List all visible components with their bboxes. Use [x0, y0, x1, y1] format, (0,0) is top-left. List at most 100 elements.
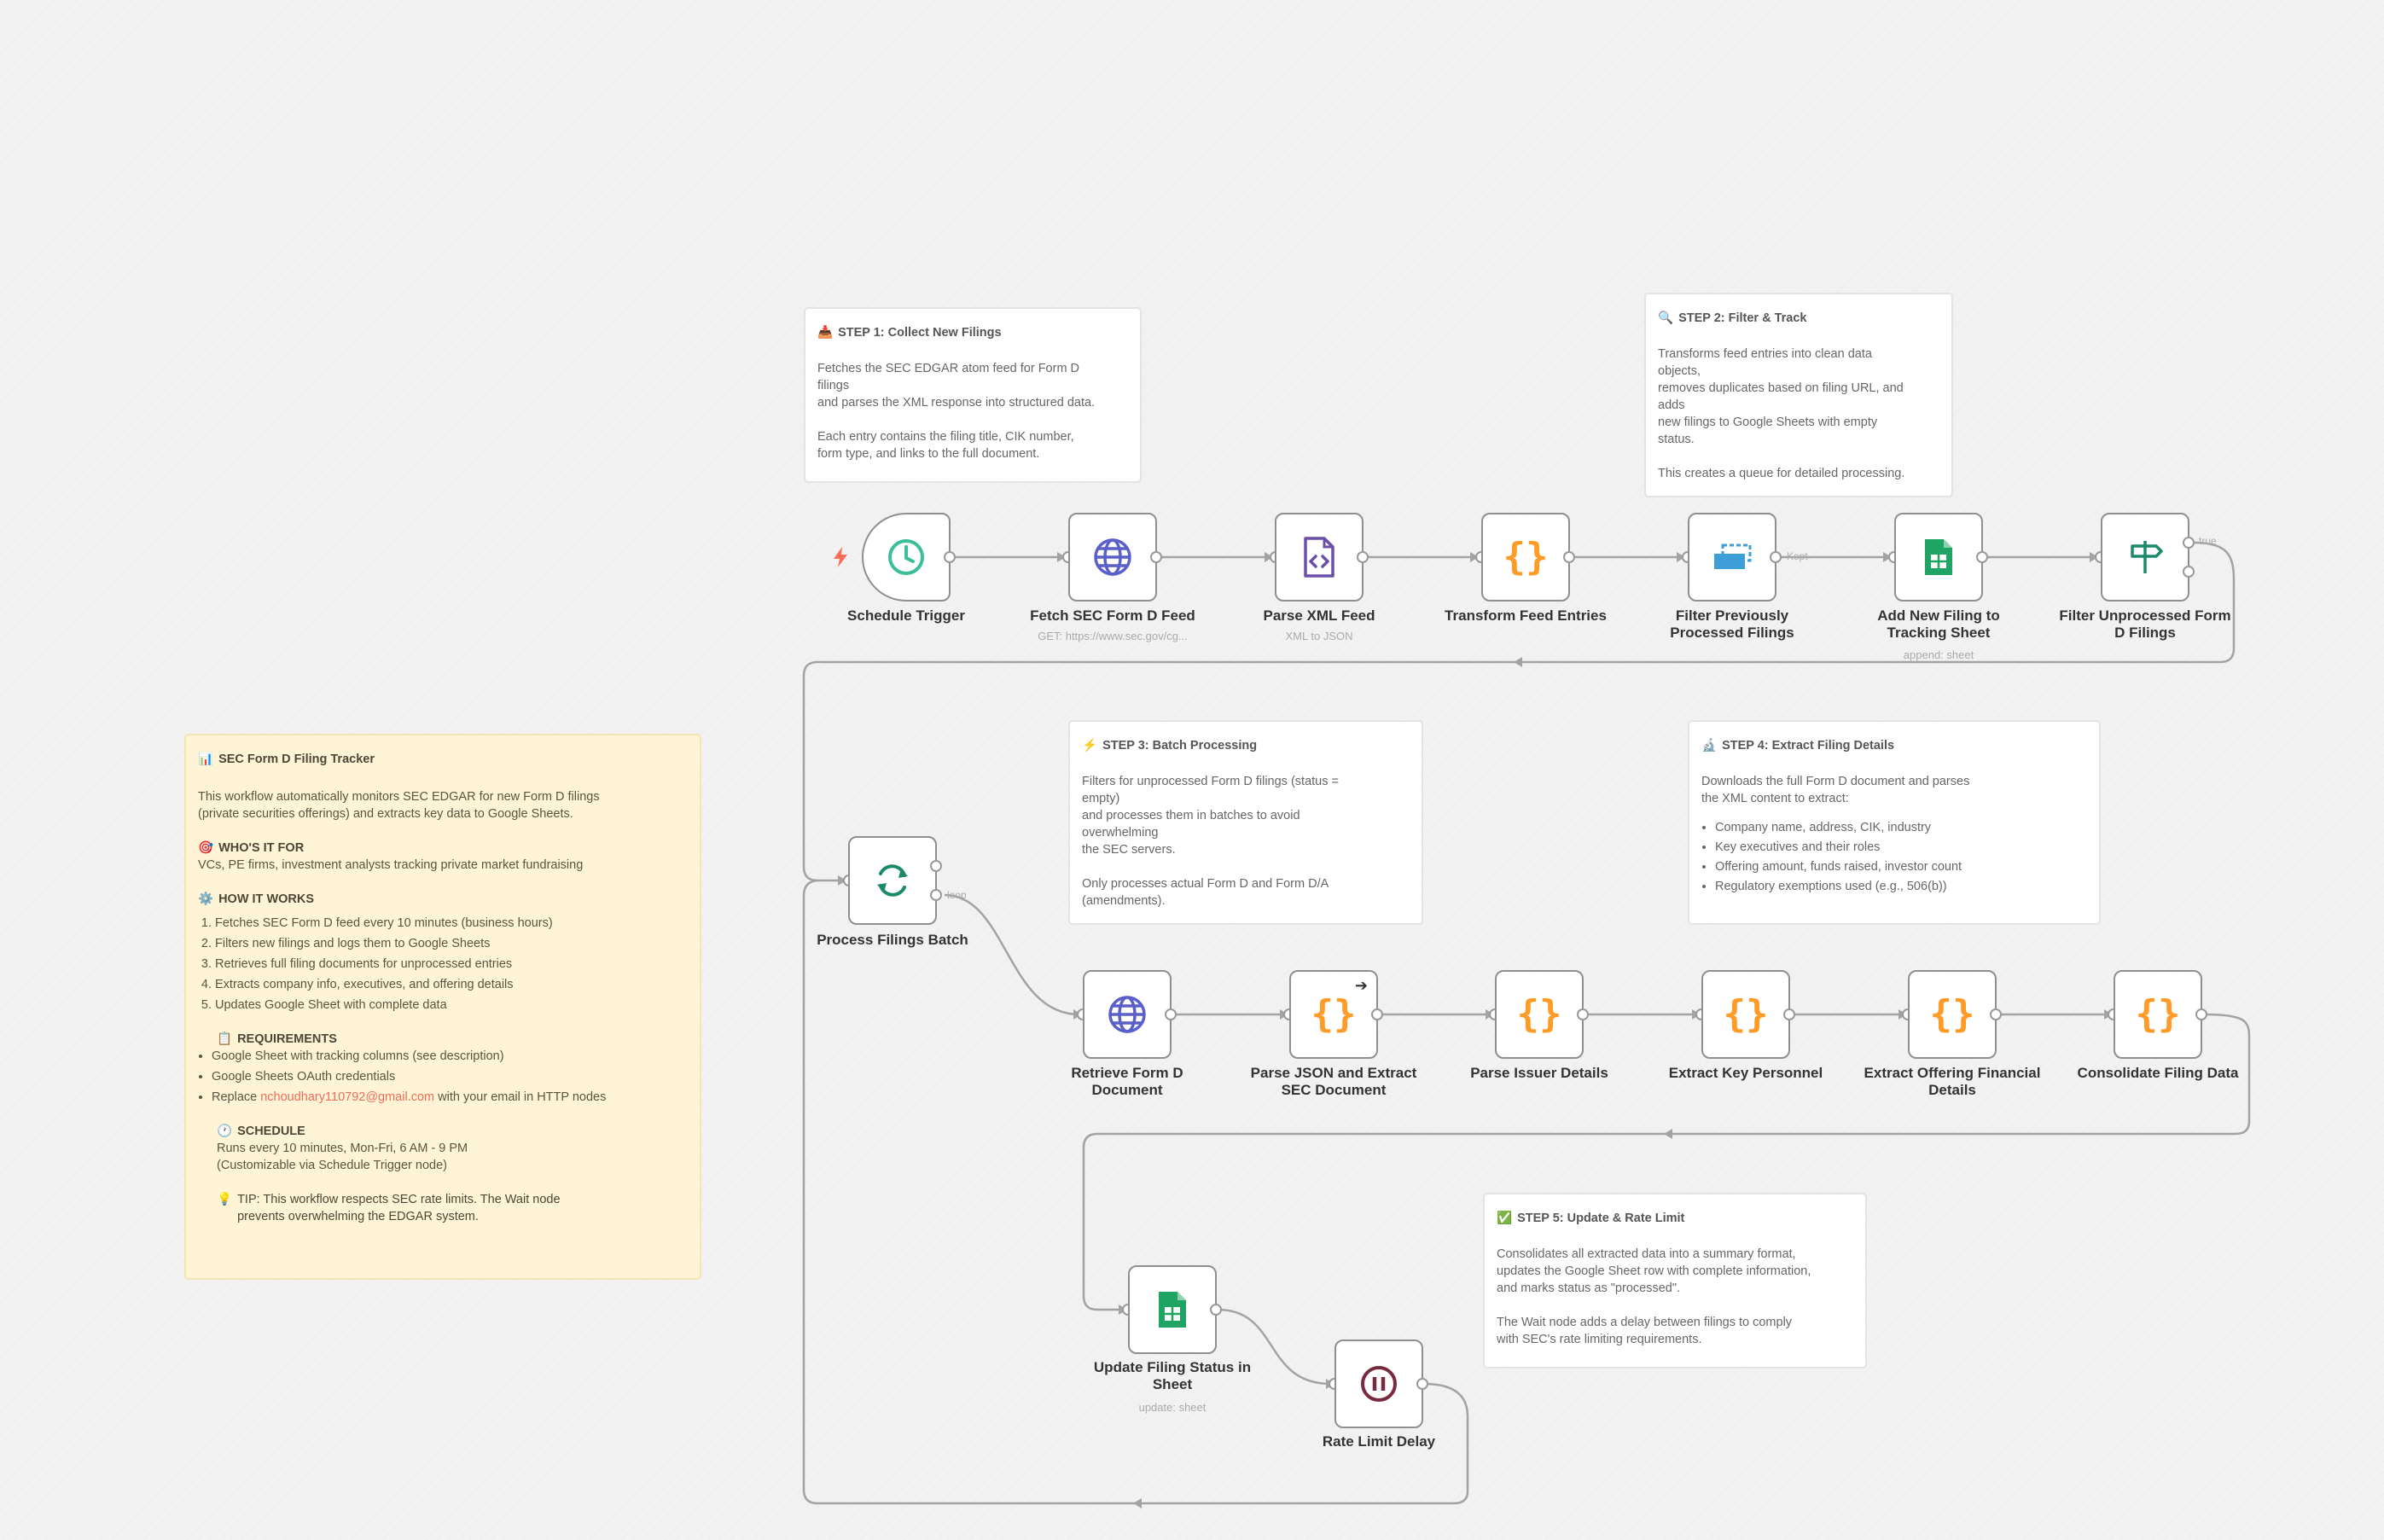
step-title-row: ✅ STEP 5: Update & Rate Limit [1497, 1210, 1853, 1227]
node-label: Process Filings Batch [817, 932, 968, 948]
step-body: Transforms feed entries into clean data … [1658, 347, 1905, 480]
output-port[interactable] [1990, 1008, 2002, 1020]
node-label: Transform Feed Entries [1445, 607, 1607, 624]
output-port[interactable] [1416, 1378, 1428, 1390]
node-subtitle: GET: https://www.sec.gov/cg... [1038, 630, 1188, 642]
node-process-filings-batch[interactable] [848, 836, 937, 925]
inbox-icon: 📥 [817, 326, 834, 340]
node-retrieve-form-d-document[interactable] [1083, 970, 1172, 1059]
node-transform-feed-entries[interactable]: {} [1481, 513, 1570, 601]
who-heading: WHO'S IT FOR [218, 841, 305, 855]
google-sheets-icon [1159, 1292, 1186, 1328]
node-label: Consolidate Filing Data [2077, 1065, 2239, 1081]
output-port[interactable] [1150, 551, 1162, 563]
output-port-done[interactable] [930, 860, 942, 872]
output-port[interactable] [1357, 551, 1369, 563]
tip-row: 💡 TIP: This workflow respects SEC rate l… [198, 1191, 688, 1225]
requirement-item: Google Sheet with tracking columns (see … [212, 1048, 688, 1065]
node-label: Parse XML Feed [1263, 607, 1375, 624]
node-label: Schedule Trigger [847, 607, 965, 624]
schedule-heading-row: 🕐 SCHEDULE [198, 1123, 688, 1140]
how-step: Retrieves full filing documents for unpr… [215, 956, 688, 973]
requirements-heading-row: 📋 REQUIREMENTS [198, 1031, 688, 1048]
step-2-sticky-note[interactable]: 🔍 STEP 2: Filter & Track Transforms feed… [1644, 293, 1953, 497]
how-heading-row: ⚙️ HOW IT WORKS [198, 891, 688, 908]
how-step: Updates Google Sheet with complete data [215, 997, 688, 1014]
node-extract-key-personnel[interactable]: {} [1701, 970, 1790, 1059]
node-parse-xml-feed[interactable] [1275, 513, 1364, 601]
overview-title: SEC Form D Filing Tracker [218, 753, 375, 766]
node-parse-issuer-details[interactable]: {} [1495, 970, 1584, 1059]
step-bullet: Key executives and their roles [1715, 839, 2087, 856]
code-braces-icon: {} [1723, 992, 1769, 1036]
who-heading-row: 🎯 WHO'S IT FOR [198, 840, 688, 857]
trigger-bolt-icon [834, 547, 847, 567]
requirements-heading: REQUIREMENTS [237, 1032, 337, 1046]
step-3-sticky-note[interactable]: ⚡ STEP 3: Batch Processing Filters for u… [1068, 720, 1423, 925]
node-schedule-trigger[interactable] [862, 513, 951, 601]
globe-icon [1108, 996, 1146, 1033]
requirement-item: Replace nchoudhary110792@gmail.com with … [212, 1089, 688, 1106]
node-filter-previously-processed[interactable] [1688, 513, 1776, 601]
overview-sticky-note[interactable]: 📊 SEC Form D Filing Tracker This workflo… [184, 734, 701, 1280]
node-label: Parse JSON and Extract SEC Document [1250, 1065, 1417, 1098]
requirement-item: Google Sheets OAuth credentials [212, 1068, 688, 1085]
workflow-canvas[interactable]: Kept true loop 📊 SEC Form D Filing Track… [0, 0, 2384, 1540]
requirement-suffix: with your email in HTTP nodes [434, 1090, 607, 1104]
node-consolidate-filing-data[interactable]: {} [2114, 970, 2202, 1059]
node-subtitle: update: sheet [1138, 1401, 1207, 1414]
output-port[interactable] [1371, 1008, 1383, 1020]
code-braces-icon: {} [1516, 992, 1562, 1036]
output-port[interactable] [1165, 1008, 1177, 1020]
step-4-sticky-note[interactable]: 🔬 STEP 4: Extract Filing Details Downloa… [1688, 720, 2101, 925]
output-port-loop[interactable] [930, 889, 942, 901]
step-body: Fetches the SEC EDGAR atom feed for Form… [817, 362, 1096, 461]
node-fetch-sec-form-d-feed[interactable] [1068, 513, 1157, 601]
requirements-list: Google Sheet with tracking columns (see … [198, 1048, 688, 1106]
edge-label-loop: loop [947, 889, 967, 901]
output-port-true[interactable] [2183, 537, 2195, 549]
output-port[interactable] [1770, 551, 1782, 563]
output-port[interactable] [1210, 1304, 1222, 1316]
step-body: Consolidates all extracted data into a s… [1497, 1247, 1811, 1346]
output-port[interactable] [1577, 1008, 1589, 1020]
step-5-sticky-note[interactable]: ✅ STEP 5: Update & Rate Limit Consolidat… [1483, 1193, 1867, 1369]
node-label: Extract Offering Financial Details [1864, 1065, 2041, 1098]
output-port[interactable] [1563, 551, 1575, 563]
node-filter-unprocessed-form-d[interactable] [2101, 513, 2189, 601]
code-braces-icon: {} [1503, 535, 1549, 578]
node-subtitle: append: sheet [1903, 648, 1974, 661]
how-steps-list: Fetches SEC Form D feed every 10 minutes… [198, 915, 688, 1014]
step-title: STEP 3: Batch Processing [1102, 739, 1258, 753]
step-1-sticky-note[interactable]: 📥 STEP 1: Collect New Filings Fetches th… [804, 307, 1142, 483]
globe-icon [1094, 538, 1131, 576]
who-text: VCs, PE firms, investment analysts track… [198, 858, 584, 872]
email-link[interactable]: nchoudhary110792@gmail.com [260, 1090, 434, 1104]
edge-label-true: true [2199, 535, 2217, 547]
dedupe-icon [1714, 543, 1752, 569]
node-update-filing-status[interactable] [1128, 1265, 1217, 1354]
step-title-row: 🔬 STEP 4: Extract Filing Details [1701, 737, 2087, 754]
clock-emoji-icon: 🕐 [217, 1124, 233, 1138]
overview-intro: This workflow automatically monitors SEC… [198, 790, 600, 821]
output-port[interactable] [944, 551, 956, 563]
connection-batch-loop-to-retrieve [944, 893, 1080, 1016]
node-rate-limit-delay[interactable] [1334, 1340, 1423, 1428]
node-extract-offering-financial[interactable]: {} [1908, 970, 1997, 1059]
output-port[interactable] [1783, 1008, 1795, 1020]
how-heading: HOW IT WORKS [218, 892, 315, 906]
xml-file-icon [1304, 537, 1334, 578]
step-body: Filters for unprocessed Form D filings (… [1082, 775, 1339, 908]
signpost-icon [2131, 541, 2163, 573]
overview-title-row: 📊 SEC Form D Filing Tracker [198, 751, 688, 768]
node-add-new-filing-to-sheet[interactable] [1894, 513, 1983, 601]
step-bullet: Regulatory exemptions used (e.g., 506(b)… [1715, 878, 2087, 895]
node-parse-json-extract-sec[interactable]: {} ➔ [1289, 970, 1378, 1059]
step-bullet: Company name, address, CIK, industry [1715, 819, 2087, 836]
output-port-false[interactable] [2183, 566, 2195, 578]
tip-text: TIP: This workflow respects SEC rate lim… [237, 1193, 561, 1223]
output-port[interactable] [1976, 551, 1988, 563]
step-title: STEP 5: Update & Rate Limit [1517, 1212, 1685, 1225]
output-port[interactable] [2195, 1008, 2207, 1020]
node-subtitle: XML to JSON [1285, 630, 1353, 642]
